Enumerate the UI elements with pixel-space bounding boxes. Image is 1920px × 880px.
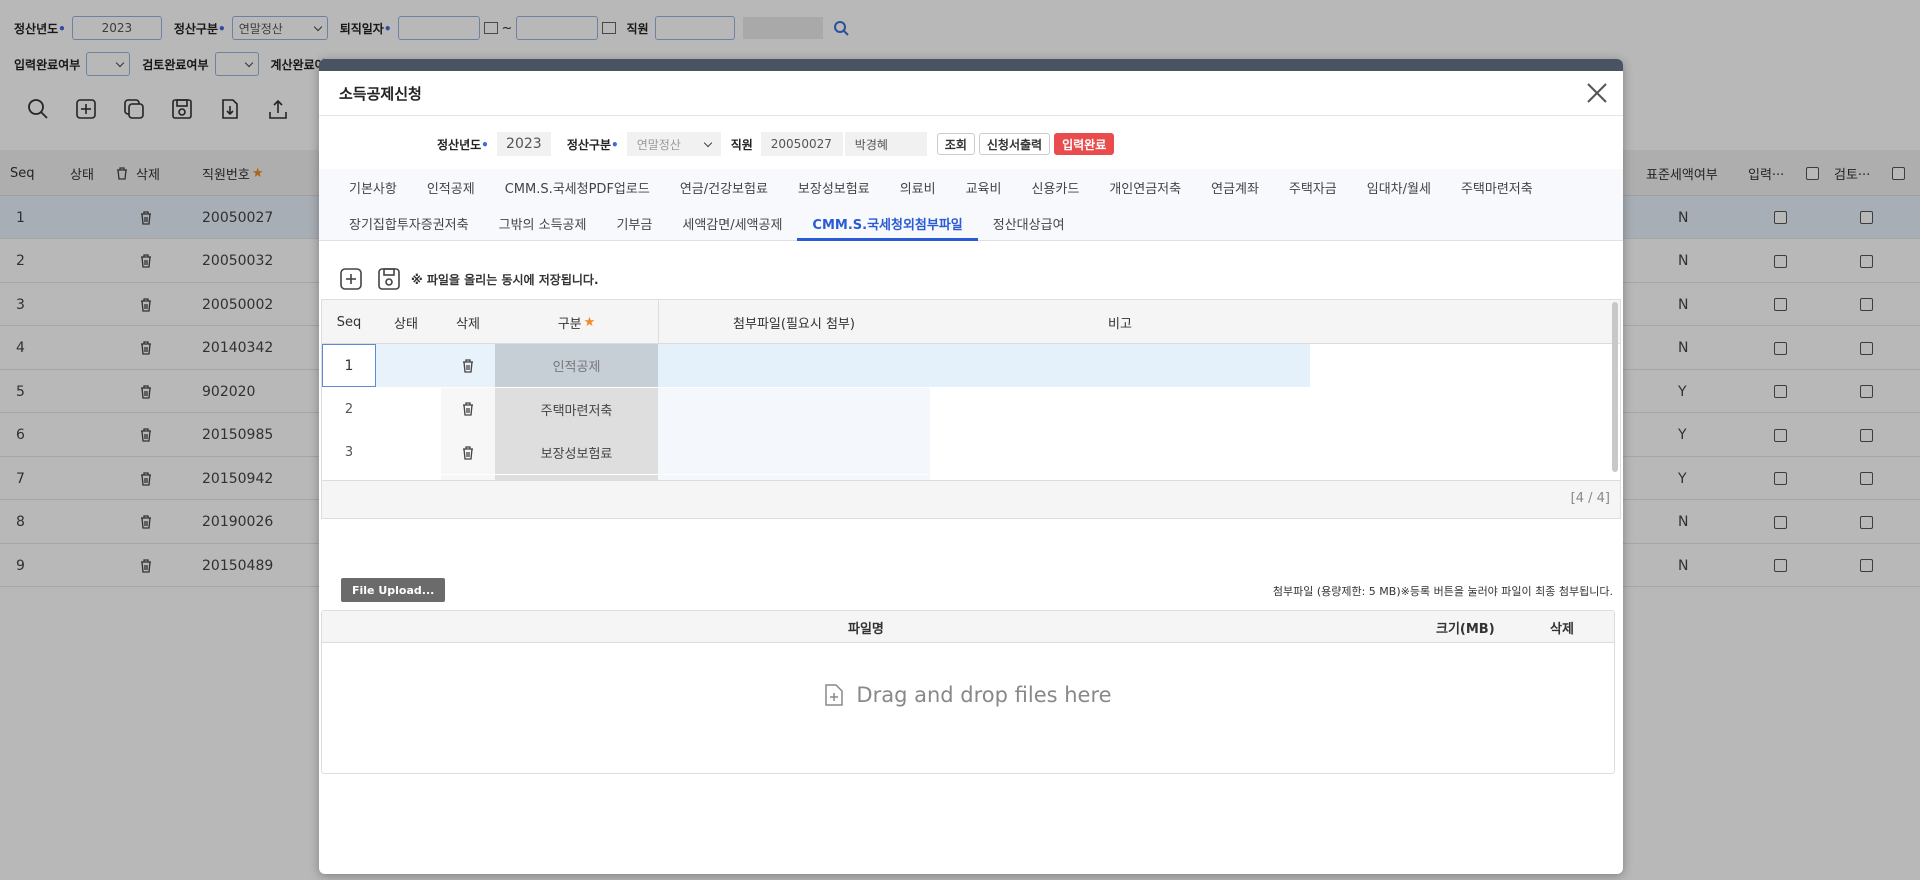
tab-tabs_row1-4[interactable]: 보장성보험료 [783,169,885,205]
row-attach-cell[interactable] [658,387,930,431]
pager: [4 / 4] [1570,491,1610,506]
modal-tabs: 기본사항 인적공제 CMM.S.국세청PDF업로드 연금/건강보험료 보장성보험료 의료비… [319,169,1623,241]
save-note: ※ 파일을 올리는 동시에 저장됩니다. [411,272,599,287]
file-list: 파일명 크기(MB) 삭제 Drag and drop files here [321,610,1615,774]
modal-year-input[interactable]: 2023 [496,132,551,156]
trash-icon [463,445,473,460]
tab-tabs_row1-11[interactable]: 임대차/월세 [1352,169,1446,205]
modal-divider [319,115,1623,116]
tab-tabs_row1-7[interactable]: 신용카드 [1016,169,1094,205]
row-seq[interactable]: 1 [322,344,376,387]
modal-type-select[interactable]: 연말정산 [626,132,721,156]
row-category: 인적공제 [495,344,658,387]
trash-icon [463,358,473,373]
tab-tabs_row2-5[interactable]: 정산대상급여 [978,205,1080,241]
upload-note: 첨부파일 (용량제한: 5 MB)※등록 버튼을 눌러야 파일이 최종 첨부됩니… [1272,585,1613,598]
required-star: ★ [583,314,596,330]
table-row[interactable]: 2 주택마련저축 [322,387,1620,431]
tab-tabs_row2-0[interactable]: 장기집합투자증권저축 [334,205,484,241]
file-list-header: 파일명 크기(MB) 삭제 [322,611,1614,643]
file-upload-button[interactable]: File Upload... [341,578,446,602]
tab-tabs_row2-1[interactable]: 그밖의 소득공제 [484,205,602,241]
tabs-row-1: 기본사항 인적공제 CMM.S.국세청PDF업로드 연금/건강보험료 보장성보험료 의료비… [334,169,1548,205]
col-status[interactable]: 상태 [376,300,436,344]
tab-tabs_row1-0[interactable]: 기본사항 [334,169,412,205]
modal-title: 소득공제신청 [339,85,422,103]
row-status [376,431,441,474]
file-add-icon [825,684,844,706]
row-attach-cell[interactable] [658,431,930,474]
row-delete-button[interactable] [441,431,495,474]
row-note-cell[interactable] [930,344,1310,387]
row-delete-button[interactable] [441,344,495,387]
modal-emp-no-input[interactable]: 20050027 [760,132,843,156]
vertical-scrollbar[interactable] [1612,302,1618,472]
attachment-grid-footer: [4 / 4] [322,480,1620,518]
tab-tabs_row1-6[interactable]: 교육비 [951,169,1017,205]
modal-type-label: 정산구분• [566,137,619,152]
row-category: 주택마련저축 [495,387,658,431]
col-seq[interactable]: Seq [322,300,376,344]
row-delete-button[interactable] [441,387,495,431]
tab-tabs_row2-3[interactable]: 세액감면/세액공제 [667,205,797,241]
col-category[interactable]: 구분 ★ [495,300,658,344]
tab-tabs_row1-12[interactable]: 주택마련저축 [1446,169,1548,205]
chevron-down-icon [703,138,712,147]
deduction-modal: 소득공제신청 정산년도• 2023 정산구분• 연말정산 직원 20050027… [319,59,1623,874]
save-icon[interactable] [377,267,401,291]
modal-emp-name: 박경혜 [844,132,927,156]
col-attach[interactable]: 첨부파일(필요시 첨부) [658,300,930,344]
col-category-label: 구분 [557,316,582,332]
tab-tabs_row1-8[interactable]: 개인연금저축 [1094,169,1196,205]
row-seq[interactable]: 3 [322,431,376,474]
row-note-cell[interactable] [930,431,1310,474]
trash-icon [463,402,473,416]
plus-icon[interactable] [339,267,363,291]
tab-tabs_row1-10[interactable]: 주택자금 [1274,169,1352,205]
modal-filter: 정산년도• 2023 정산구분• 연말정산 직원 20050027 박경혜 조회… [437,131,1118,157]
modal-emp-label: 직원 [730,137,753,152]
input-complete-button[interactable]: 입력완료 [1054,133,1115,155]
col-note[interactable]: 비고 [930,300,1310,344]
row-seq[interactable]: 2 [322,388,376,431]
tab-tabs_row1-1[interactable]: 인적공제 [412,169,490,205]
modal-top-bar [319,59,1623,71]
tabs-row-2: 장기집합투자증권저축 그밖의 소득공제 기부금 세액감면/세액공제 CMM.S.국세청외… [334,205,1080,241]
drop-text: Drag and drop files here [856,683,1112,707]
tab-tabs_row2-4[interactable]: CMM.S.국세청외첨부파일 [797,205,979,241]
close-icon[interactable] [1585,81,1609,105]
col-delete[interactable]: 삭제 [441,300,495,344]
search-button[interactable]: 조회 [936,133,975,155]
col-file-delete: 삭제 [1550,621,1574,637]
tab-tabs_row1-2[interactable]: CMM.S.국세청PDF업로드 [490,169,665,205]
modal-year-label: 정산년도• [437,137,489,152]
row-status [376,387,441,431]
table-row[interactable]: 1 인적공제 [322,344,1620,387]
modal-type-value: 연말정산 [636,137,681,152]
row-note-cell[interactable] [930,387,1310,431]
tab-tabs_row1-9[interactable]: 연금계좌 [1196,169,1274,205]
attachment-grid: Seq 상태 삭제 구분 ★ 첨부파일(필요시 첨부) 비고 1 인적공제 2 주택마련… [321,299,1621,519]
tab-tabs_row1-3[interactable]: 연금/건강보험료 [665,169,783,205]
drop-zone[interactable]: Drag and drop files here [322,683,1614,707]
tab-tabs_row1-5[interactable]: 의료비 [885,169,951,205]
attachment-toolbar: ※ 파일을 올리는 동시에 저장됩니다. [339,264,599,294]
col-file-name: 파일명 [848,621,884,637]
table-row[interactable]: 3 보장성보험료 [322,431,1620,474]
row-status [376,344,441,387]
row-attach-cell[interactable] [658,344,930,387]
attachment-grid-header: Seq 상태 삭제 구분 ★ 첨부파일(필요시 첨부) 비고 [322,300,1620,344]
tab-tabs_row2-2[interactable]: 기부금 [601,205,667,241]
row-category: 보장성보험료 [495,431,658,474]
col-file-size: 크기(MB) [1436,621,1495,637]
print-application-button[interactable]: 신청서출력 [978,133,1051,155]
